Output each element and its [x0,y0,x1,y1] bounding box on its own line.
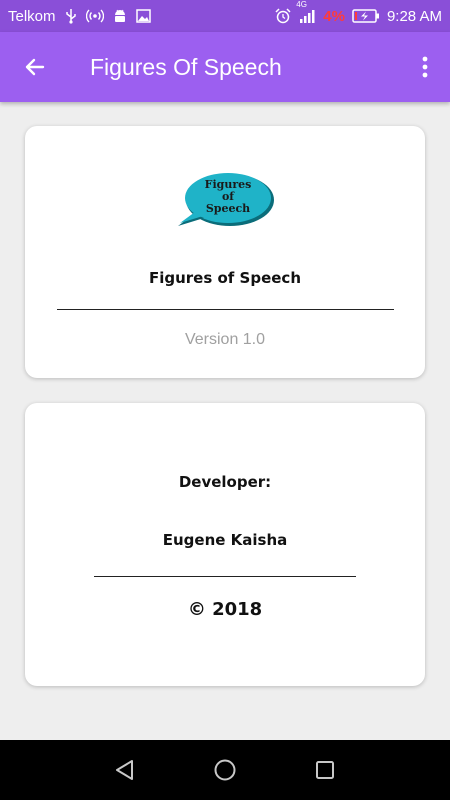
divider [57,309,394,310]
clock: 9:28 AM [386,7,442,25]
more-vert-icon [422,56,428,78]
carrier-label: Telkom [8,7,56,25]
app-logo: Figures of Speech [178,173,274,226]
overflow-menu-button[interactable] [400,32,450,102]
about-card: Figures of Speech Figures of Speech Vers… [25,126,425,378]
svg-text:Speech: Speech [206,202,250,215]
nav-home-button[interactable] [209,754,241,786]
image-icon [135,9,151,23]
signal-icon: 4G [296,0,316,24]
app-version: Version 1.0 [184,331,266,348]
developer-label: Developer: [178,473,272,491]
developer-name: Eugene Kaisha [162,531,288,549]
app-name: Figures of Speech [148,269,302,287]
home-circle-icon [214,759,236,781]
recents-square-icon [316,761,334,779]
hotspot-icon [85,9,104,23]
nav-back-button[interactable] [109,754,141,786]
usb-icon [65,8,77,24]
network-type: 4G [296,0,307,9]
android-icon [113,9,127,24]
app-bar: Figures Of Speech [0,32,450,102]
page-title: Figures Of Speech [90,53,282,80]
developer-card: Developer: Eugene Kaisha © 2018 [25,403,425,686]
nav-recents-button[interactable] [309,754,341,786]
arrow-left-icon [25,58,45,76]
divider [94,576,356,577]
back-triangle-icon [116,760,133,780]
status-bar: Telkom 4G 4% 9:28 AM [0,0,450,32]
back-button[interactable] [0,32,70,102]
copyright-text: © 2018 [187,599,263,620]
battery-percent: 4% [323,7,345,25]
battery-charging-icon [352,9,380,23]
system-nav-bar [0,740,450,800]
alarm-icon [275,8,291,24]
